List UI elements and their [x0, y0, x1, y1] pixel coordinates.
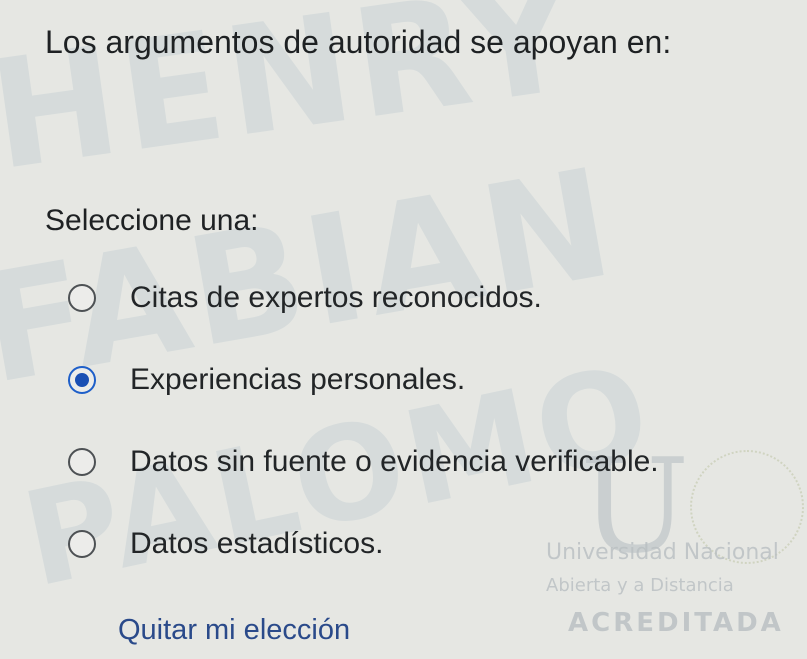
radio-button[interactable]: [68, 448, 96, 476]
seal-stars-ring: [690, 450, 804, 564]
option-citas-expertos[interactable]: Citas de expertos reconocidos.: [68, 278, 659, 318]
select-one-label: Seleccione una:: [45, 204, 259, 237]
radio-button[interactable]: [68, 530, 96, 558]
option-datos-estadisticos[interactable]: Datos estadísticos.: [68, 524, 659, 564]
question-text: Los argumentos de autoridad se apoyan en…: [45, 24, 672, 60]
option-label: Datos sin fuente o evidencia verificable…: [130, 445, 659, 478]
radio-button[interactable]: [68, 284, 96, 312]
option-label: Datos estadísticos.: [130, 527, 384, 560]
clear-choice-link[interactable]: Quitar mi elección: [118, 614, 350, 647]
radio-button-selected[interactable]: [68, 366, 96, 394]
seal-text-line3: ACREDITADA: [568, 608, 784, 638]
option-datos-sin-fuente[interactable]: Datos sin fuente o evidencia verificable…: [68, 442, 659, 482]
option-experiencias-personales[interactable]: Experiencias personales.: [68, 360, 659, 400]
answer-options: Citas de expertos reconocidos. Experienc…: [68, 278, 659, 606]
option-label: Experiencias personales.: [130, 363, 466, 396]
radio-dot-icon: [75, 373, 89, 387]
option-label: Citas de expertos reconocidos.: [130, 281, 542, 314]
